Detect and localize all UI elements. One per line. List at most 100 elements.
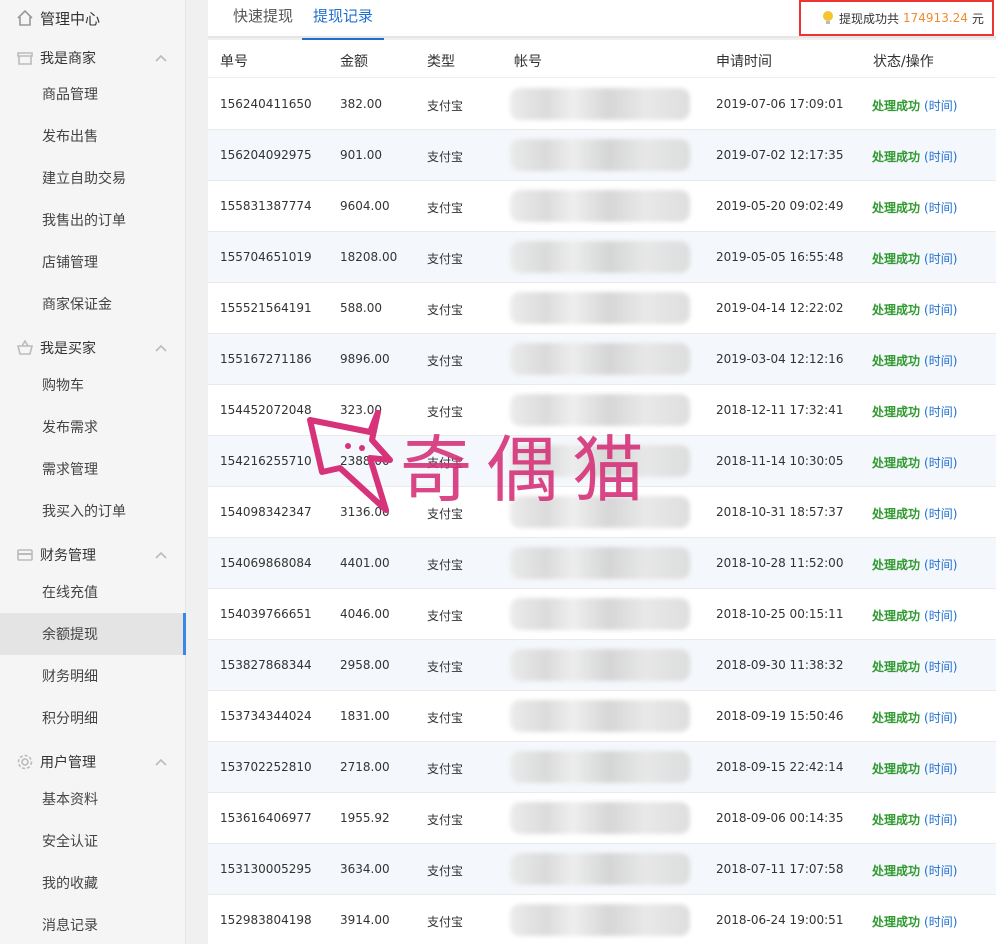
time-link[interactable]: (时间) [924,660,957,674]
account-blurred [510,649,690,681]
status-cell: 处理成功 (时间) [872,454,957,471]
sidebar-item[interactable]: 店铺管理 [0,241,186,283]
account-blurred [510,802,690,834]
time-link[interactable]: (时间) [924,456,957,470]
time-link[interactable]: (时间) [924,303,957,317]
status-success-label: 处理成功 [872,252,921,266]
tab-quick-withdraw[interactable]: 快速提现 [222,0,304,38]
amount-cell: 901.00 [340,148,382,162]
sidebar: 管理中心 我是商家 商品管理 发布出售 建立自助交易 我售出的订单 店铺管理 商家保证金我是… [0,0,186,944]
amount-cell: 2388.00 [340,454,390,468]
order-id-cell: 153130005295 [220,862,312,876]
table-row: 153130005295 3634.00 支付宝 2018-07-11 17:07:5… [208,844,996,895]
order-id-cell: 155521564191 [220,301,312,315]
time-link[interactable]: (时间) [924,354,957,368]
sidebar-item[interactable]: 基本资料 [0,778,186,820]
sidebar-item[interactable]: 财务明细 [0,655,186,697]
chevron-up-icon[interactable] [154,548,168,562]
amount-cell: 323.00 [340,403,382,417]
order-id-cell: 156240411650 [220,97,312,111]
sidebar-group-1[interactable]: 我是买家 [0,328,186,368]
sidebar-item[interactable]: 我售出的订单 [0,199,186,241]
status-success-label: 处理成功 [872,558,921,572]
apply-time-cell: 2018-09-30 11:38:32 [716,658,844,672]
time-link[interactable]: (时间) [924,864,957,878]
sidebar-item[interactable]: 商品管理 [0,73,186,115]
sidebar-title[interactable]: 管理中心 [0,0,186,36]
sidebar-item[interactable]: 发布需求 [0,406,186,448]
amount-cell: 1955.92 [340,811,390,825]
time-link[interactable]: (时间) [924,711,957,725]
sidebar-item[interactable]: 发布出售 [0,115,186,157]
apply-time-cell: 2019-04-14 12:22:02 [716,301,844,315]
time-link[interactable]: (时间) [924,762,957,776]
sidebar-group-2[interactable]: 财务管理 [0,535,186,575]
header-apply-time: 申请时间 [716,54,772,70]
time-link[interactable]: (时间) [924,405,957,419]
sidebar-item[interactable]: 需求管理 [0,448,186,490]
type-cell: 支付宝 [427,558,464,572]
status-success-label: 处理成功 [872,660,921,674]
time-link[interactable]: (时间) [924,915,957,929]
status-success-label: 处理成功 [872,864,921,878]
sidebar-group-label: 我是买家 [40,341,96,357]
chevron-up-icon[interactable] [154,755,168,769]
time-link[interactable]: (时间) [924,252,957,266]
table-row: 154098342347 3136.00 支付宝 2018-10-31 18:57:3… [208,487,996,538]
type-cell: 支付宝 [427,456,464,470]
order-id-cell: 154069868084 [220,556,312,570]
apply-time-cell: 2018-10-28 11:52:00 [716,556,844,570]
table-row: 154216255710 2388.00 支付宝 2018-11-14 10:30:0… [208,436,996,487]
sidebar-group-3[interactable]: 用户管理 [0,742,186,782]
order-id-cell: 156204092975 [220,148,312,162]
sidebar-item[interactable]: 建立自助交易 [0,157,186,199]
sidebar-item[interactable]: 商家保证金 [0,283,186,325]
type-cell: 支付宝 [427,711,464,725]
account-blurred [510,445,690,477]
sidebar-item[interactable]: 消息记录 [0,904,186,944]
account-blurred [510,598,690,630]
status-success-label: 处理成功 [872,405,921,419]
status-cell: 处理成功 (时间) [872,505,957,522]
time-link[interactable]: (时间) [924,99,957,113]
time-link[interactable]: (时间) [924,150,957,164]
sidebar-item[interactable]: 余额提现 [0,613,186,655]
card-icon [17,549,33,561]
status-cell: 处理成功 (时间) [872,811,957,828]
time-link[interactable]: (时间) [924,507,957,521]
withdraw-records-table: 单号 金额 类型 帐号 申请时间 状态/操作 156240411650 382.0… [208,40,996,944]
apply-time-cell: 2019-03-04 12:12:16 [716,352,844,366]
sidebar-item[interactable]: 我的收藏 [0,862,186,904]
amount-cell: 588.00 [340,301,382,315]
sidebar-item[interactable]: 在线充值 [0,571,186,613]
status-success-label: 处理成功 [872,150,921,164]
tab-withdraw-records[interactable]: 提现记录 [302,0,385,40]
sidebar-item[interactable]: 我买入的订单 [0,490,186,532]
status-cell: 处理成功 (时间) [872,607,957,624]
order-id-cell: 154098342347 [220,505,312,519]
amount-cell: 2718.00 [340,760,390,774]
status-cell: 处理成功 (时间) [872,709,957,726]
order-id-cell: 154216255710 [220,454,312,468]
sidebar-item[interactable]: 安全认证 [0,820,186,862]
time-link[interactable]: (时间) [924,609,957,623]
account-blurred [510,853,690,885]
sidebar-group-label: 财务管理 [40,548,96,564]
table-row: 152983804198 3914.00 支付宝 2018-06-24 19:00:5… [208,895,996,944]
sidebar-item[interactable]: 购物车 [0,364,186,406]
time-link[interactable]: (时间) [924,201,957,215]
status-cell: 处理成功 (时间) [872,403,957,420]
status-cell: 处理成功 (时间) [872,658,957,675]
time-link[interactable]: (时间) [924,813,957,827]
account-blurred [510,343,690,375]
sidebar-group-0[interactable]: 我是商家 [0,38,186,78]
sidebar-item[interactable]: 积分明细 [0,697,186,739]
chevron-up-icon[interactable] [154,341,168,355]
account-blurred [510,88,690,120]
type-cell: 支付宝 [427,201,464,215]
type-cell: 支付宝 [427,405,464,419]
time-link[interactable]: (时间) [924,558,957,572]
status-success-label: 处理成功 [872,303,921,317]
table-row: 153734344024 1831.00 支付宝 2018-09-19 15:50:4… [208,691,996,742]
chevron-up-icon[interactable] [154,51,168,65]
